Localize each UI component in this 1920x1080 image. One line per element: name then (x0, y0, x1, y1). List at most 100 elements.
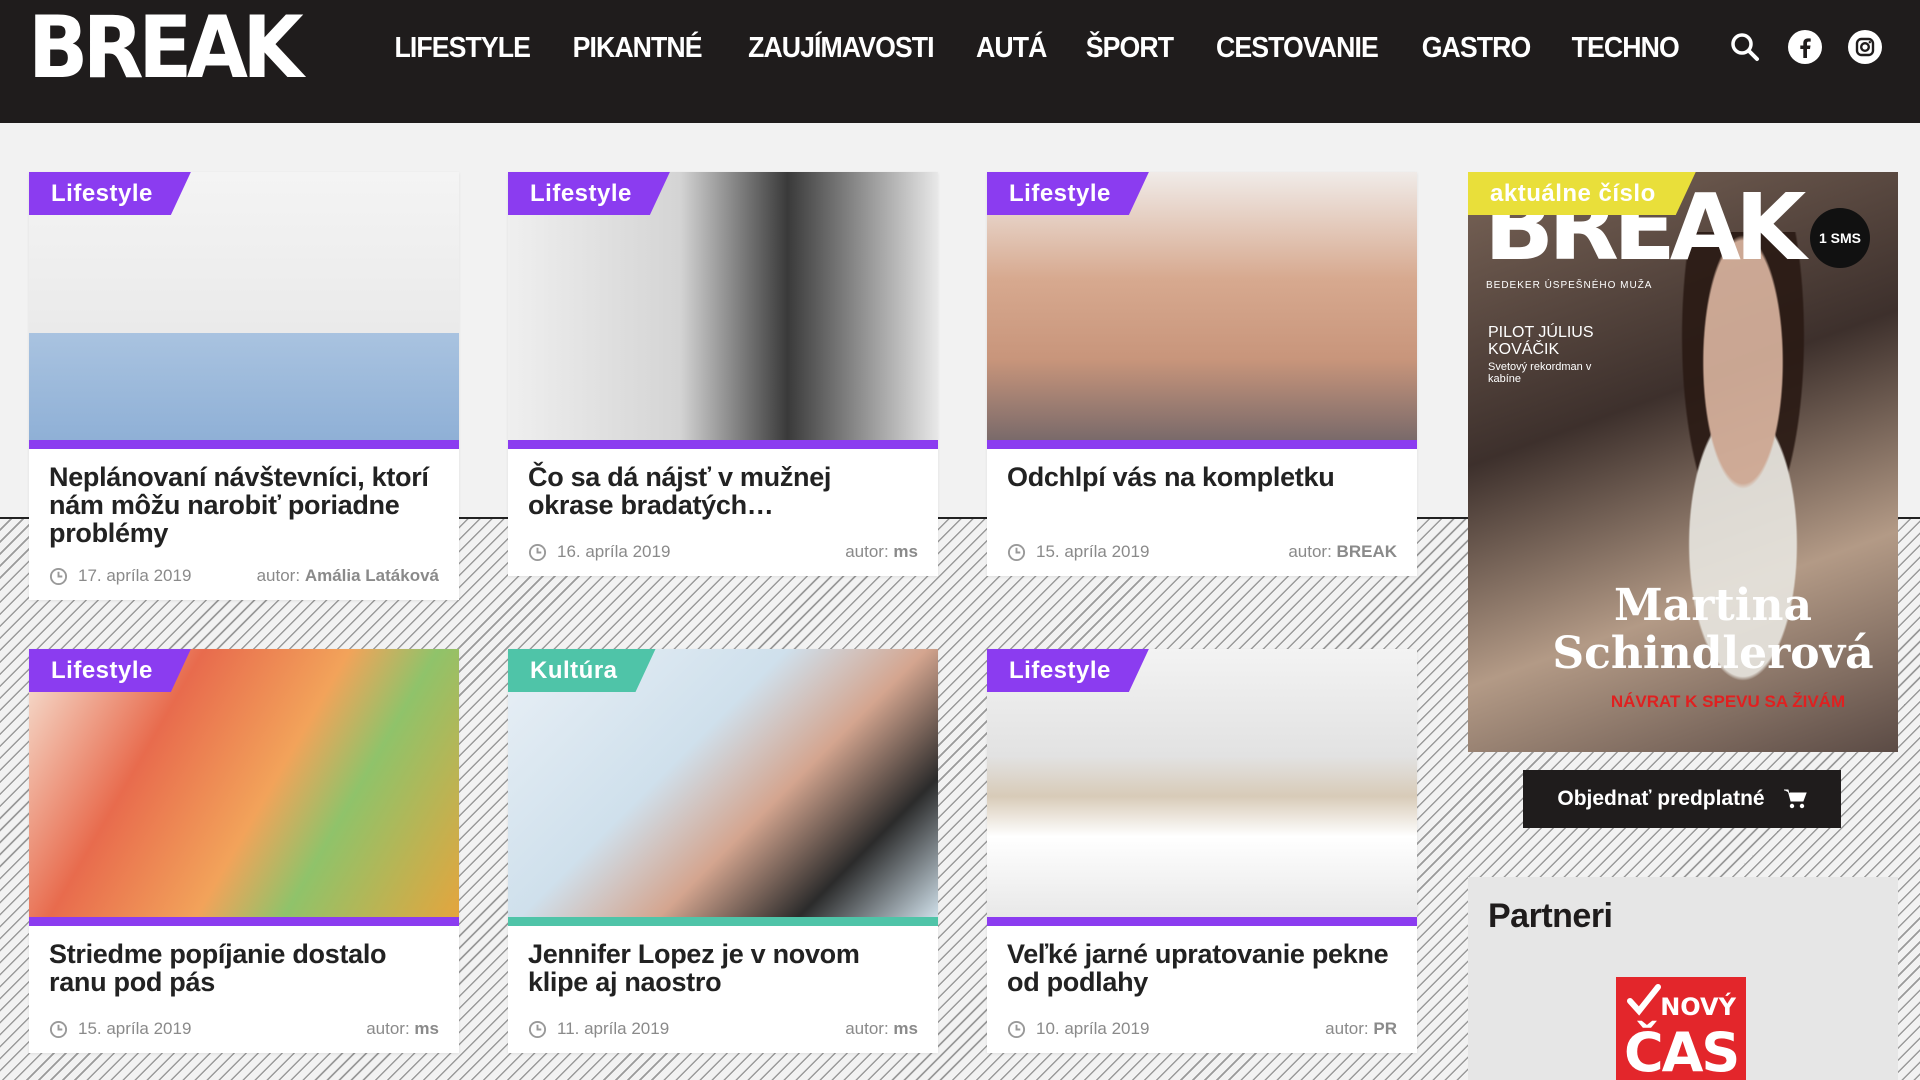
article-date: 17. apríla 2019 (49, 566, 191, 586)
article-card[interactable]: Lifestyle Veľké jarné upratovanie pekne … (987, 649, 1417, 1053)
author-name[interactable]: PR (1373, 1019, 1397, 1038)
article-date: 16. apríla 2019 (528, 542, 670, 562)
article-image[interactable]: Lifestyle (987, 649, 1417, 917)
category-tag[interactable]: Lifestyle (508, 172, 670, 215)
author-label: autor: (1288, 542, 1332, 561)
nav-item-zaujimavosti[interactable]: ZAUJÍMAVOSTI (733, 28, 948, 68)
article-meta: 15. apríla 2019 autor: BREAK (1007, 542, 1397, 562)
article-title[interactable]: Odchlpí vás na kompletku (987, 449, 1417, 491)
author-name[interactable]: ms (893, 542, 918, 561)
category-bar (29, 440, 459, 449)
category-tag[interactable]: Lifestyle (987, 172, 1149, 215)
partner-logo-bottom: ČAS (1624, 1021, 1740, 1080)
instagram-icon[interactable] (1848, 30, 1882, 64)
article-image[interactable]: Lifestyle (29, 649, 459, 917)
category-bar (987, 440, 1417, 449)
cover-tagline: NÁVRAT K SPEVU SA ŽIVÁM (1610, 692, 1846, 711)
cover-headline: Martina Schindlerová (1552, 580, 1874, 679)
cover-badge: 1 SMS (1810, 208, 1870, 268)
article-date: 11. apríla 2019 (528, 1019, 669, 1039)
partners-title: Partneri (1488, 897, 1613, 935)
article-title[interactable]: Neplánovaní návštevníci, ktorí nám môžu … (29, 449, 459, 547)
nav-item-pikantne[interactable]: PIKANTNÉ (558, 28, 716, 68)
article-card[interactable]: Lifestyle Odchlpí vás na kompletku 15. a… (987, 172, 1417, 576)
author-label: autor: (845, 1019, 889, 1038)
date-text: 15. apríla 2019 (78, 1019, 192, 1038)
magazine-cover[interactable]: BREAK aktuálne číslo BEDEKER ÚSPEŠNÉHO M… (1468, 172, 1898, 752)
current-issue-tag[interactable]: aktuálne číslo (1468, 172, 1696, 215)
article-card[interactable]: Lifestyle Neplánovaní návštevníci, ktorí… (29, 172, 459, 600)
subscribe-button[interactable]: Objednať predplatné (1523, 770, 1841, 828)
nav-item-lifestyle[interactable]: LIFESTYLE (395, 28, 545, 68)
article-image[interactable]: Kultúra (508, 649, 938, 917)
article-author: autor: ms (845, 542, 918, 562)
category-bar (987, 917, 1417, 926)
article-meta: 16. apríla 2019 autor: ms (528, 542, 918, 562)
article-author: autor: ms (366, 1019, 439, 1039)
clock-icon (49, 567, 68, 585)
article-card[interactable]: Lifestyle Čo sa dá nájsť v mužnej okrase… (508, 172, 938, 576)
clock-icon (49, 1020, 68, 1038)
partners-box: Partneri NOVÝ ČAS (1468, 877, 1898, 1080)
facebook-icon[interactable] (1788, 30, 1822, 64)
article-image[interactable]: Lifestyle (987, 172, 1417, 440)
article-author: autor: BREAK (1288, 542, 1397, 562)
author-name[interactable]: BREAK (1337, 542, 1397, 561)
cover-side-sub: Svetový rekordman v kabíne (1488, 361, 1592, 385)
article-image[interactable]: Lifestyle (29, 172, 459, 440)
article-title[interactable]: Striedme popíjanie dostalo ranu pod pás (29, 926, 459, 996)
date-text: 17. apríla 2019 (78, 566, 192, 585)
article-card[interactable]: Lifestyle Striedme popíjanie dostalo ran… (29, 649, 459, 1053)
subscribe-label: Objednať predplatné (1557, 787, 1765, 810)
site-logo[interactable]: BREAK (28, 5, 304, 91)
nav-item-gastro[interactable]: GASTRO (1407, 28, 1545, 68)
article-date: 10. apríla 2019 (1007, 1019, 1149, 1039)
article-author: autor: PR (1325, 1019, 1397, 1039)
category-tag[interactable]: Lifestyle (29, 649, 191, 692)
article-meta: 10. apríla 2019 autor: PR (1007, 1019, 1397, 1039)
category-bar (29, 917, 459, 926)
article-meta: 11. apríla 2019 autor: ms (528, 1019, 918, 1039)
nav-item-techno[interactable]: TECHNO (1557, 28, 1694, 68)
article-title[interactable]: Veľké jarné upratovanie pekne od podlahy (987, 926, 1417, 996)
author-name[interactable]: Amália Latáková (305, 566, 439, 585)
author-label: autor: (1325, 1019, 1369, 1038)
nav-item-auta[interactable]: AUTÁ (962, 28, 1062, 68)
partner-logo-novy-cas[interactable]: NOVÝ ČAS (1616, 977, 1746, 1080)
article-author: autor: Amália Latáková (257, 566, 439, 586)
category-tag[interactable]: Kultúra (508, 649, 656, 692)
checkmark-icon (1627, 984, 1661, 1016)
category-bar (508, 917, 938, 926)
date-text: 11. apríla 2019 (557, 1019, 670, 1038)
article-card[interactable]: Kultúra Jennifer Lopez je v novom klipe … (508, 649, 938, 1053)
author-name[interactable]: ms (414, 1019, 439, 1038)
search-icon[interactable] (1728, 30, 1762, 64)
article-meta: 15. apríla 2019 autor: ms (49, 1019, 439, 1039)
clock-icon (528, 1020, 547, 1038)
nav-item-cestovanie[interactable]: CESTOVANIE (1201, 28, 1392, 68)
author-label: autor: (256, 566, 301, 585)
article-date: 15. apríla 2019 (1007, 542, 1149, 562)
cover-side-title: PILOT JÚLIUS KOVÁČIK (1488, 324, 1594, 358)
site-header: BREAK LIFESTYLE PIKANTNÉ ZAUJÍMAVOSTI AU… (0, 0, 1920, 123)
article-image[interactable]: Lifestyle (508, 172, 938, 440)
article-author: autor: ms (845, 1019, 918, 1039)
category-tag[interactable]: Lifestyle (29, 172, 191, 215)
cover-subtitle: BEDEKER ÚSPEŠNÉHO MUŽA (1486, 280, 1653, 291)
article-meta: 17. apríla 2019 autor: Amália Latáková (49, 566, 439, 586)
date-text: 16. apríla 2019 (557, 542, 671, 561)
main-nav: LIFESTYLE PIKANTNÉ ZAUJÍMAVOSTI AUTÁ ŠPO… (388, 28, 1699, 68)
author-name[interactable]: ms (893, 1019, 918, 1038)
nav-item-sport[interactable]: ŠPORT (1071, 28, 1188, 68)
article-title[interactable]: Jennifer Lopez je v novom klipe aj naost… (508, 926, 938, 996)
author-label: autor: (845, 542, 889, 561)
article-title[interactable]: Čo sa dá nájsť v mužnej okrase bradatých… (508, 449, 938, 519)
date-text: 10. apríla 2019 (1036, 1019, 1150, 1038)
category-bar (508, 440, 938, 449)
date-text: 15. apríla 2019 (1036, 542, 1150, 561)
article-date: 15. apríla 2019 (49, 1019, 191, 1039)
category-tag[interactable]: Lifestyle (987, 649, 1149, 692)
clock-icon (1007, 1020, 1026, 1038)
cover-side-story: PILOT JÚLIUS KOVÁČIK Svetový rekordman v… (1488, 324, 1598, 385)
clock-icon (1007, 543, 1026, 561)
